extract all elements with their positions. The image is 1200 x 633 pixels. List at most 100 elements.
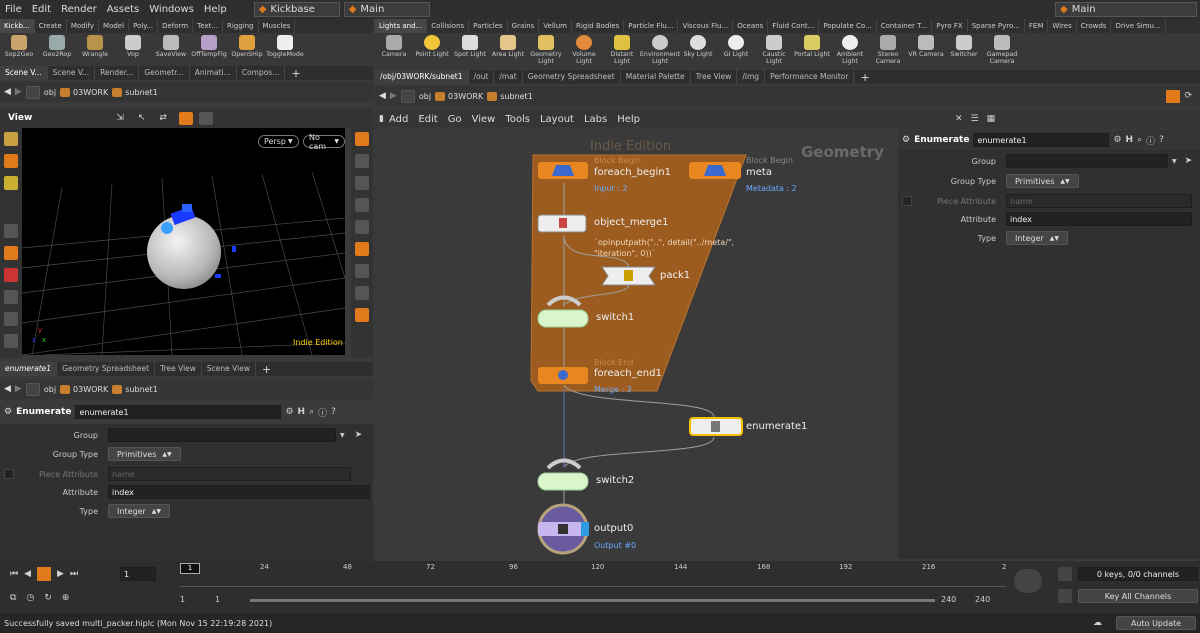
shelf-tab[interactable]: Create bbox=[35, 19, 67, 33]
shelf-tab[interactable]: Modify bbox=[67, 19, 100, 33]
tab-scene-view[interactable]: Scene V... bbox=[0, 66, 48, 80]
play-icon[interactable]: ▶ bbox=[57, 569, 64, 579]
tool-offtempflg[interactable]: OffTempFlg bbox=[190, 33, 228, 58]
cursor-icon[interactable] bbox=[4, 224, 18, 238]
tab-scene-view-lower[interactable]: Scene View bbox=[202, 362, 256, 376]
menu-help[interactable]: Help bbox=[199, 4, 232, 15]
shelf-tab[interactable]: Kickb... bbox=[0, 19, 35, 33]
tab-material-palette[interactable]: Material Palette bbox=[621, 70, 691, 84]
shelf-tab[interactable]: Container T... bbox=[877, 19, 933, 33]
attribute-field[interactable]: index bbox=[1006, 212, 1192, 226]
tool-portal-light[interactable]: Portal Light bbox=[793, 33, 831, 58]
menu-render[interactable]: Render bbox=[56, 4, 102, 15]
audio-icon[interactable]: ⧉ bbox=[10, 593, 16, 603]
main-dropdown-right[interactable]: ◆ Main bbox=[1055, 2, 1197, 17]
info-icon[interactable]: ⓘ bbox=[318, 406, 327, 419]
breadcrumb-03work[interactable]: 03WORK bbox=[60, 87, 108, 97]
tab-performance-monitor[interactable]: Performance Monitor bbox=[765, 70, 855, 84]
type-menu[interactable]: Integer ▲▼ bbox=[108, 504, 171, 518]
lock-icon[interactable] bbox=[4, 246, 18, 260]
handle-icon[interactable] bbox=[4, 290, 18, 304]
shelf-tab[interactable]: Particles bbox=[469, 19, 508, 33]
net-menu-layout[interactable]: Layout bbox=[535, 114, 579, 125]
select-icon[interactable] bbox=[4, 132, 18, 146]
lock-camera-icon[interactable] bbox=[355, 176, 369, 190]
rotate-icon[interactable] bbox=[4, 176, 18, 190]
tool-environment-light[interactable]: Environment Light bbox=[640, 33, 680, 65]
current-frame-field[interactable]: 1 bbox=[120, 567, 156, 581]
arrow-icon[interactable]: ➤ bbox=[355, 430, 363, 440]
shelf-tab[interactable]: Fluid Cont... bbox=[768, 19, 820, 33]
main-dropdown-left[interactable]: ◆ Main bbox=[343, 2, 430, 17]
tool-caustic-light[interactable]: Caustic Light bbox=[755, 33, 793, 65]
shelf-tab[interactable]: Lights and... bbox=[375, 19, 428, 33]
tool-spot-light[interactable]: Spot Light bbox=[451, 33, 489, 58]
breadcrumb-03work[interactable]: 03WORK bbox=[60, 384, 108, 394]
home-icon[interactable] bbox=[400, 89, 415, 103]
tab-render[interactable]: Render... bbox=[95, 66, 140, 80]
pin-icon[interactable] bbox=[4, 334, 18, 348]
tab-scene-view-2[interactable]: Scene V... bbox=[48, 66, 96, 80]
shelf-tab[interactable]: Rigging bbox=[223, 19, 259, 33]
auto-update-button[interactable]: Auto Update bbox=[1116, 616, 1196, 630]
tool-sop2geo[interactable]: Sop2Geo bbox=[0, 33, 38, 58]
shelf-tab[interactable]: Model bbox=[99, 19, 130, 33]
tool-wrangle[interactable]: Wrangle bbox=[76, 33, 114, 58]
shelf-tab[interactable]: Crowds bbox=[1077, 19, 1112, 33]
tab-geometry-spreadsheet[interactable]: Geometry Spreadsheet bbox=[57, 362, 156, 376]
tool-camera[interactable]: Camera bbox=[375, 33, 413, 58]
headlight-icon[interactable] bbox=[355, 220, 369, 234]
info-icon[interactable]: ⓘ bbox=[1146, 134, 1155, 147]
gear-icon[interactable]: ⚙ bbox=[4, 407, 12, 417]
menu-file[interactable]: File bbox=[0, 4, 27, 15]
menu-assets[interactable]: Assets bbox=[102, 4, 145, 15]
forward-icon[interactable]: ▶ bbox=[15, 384, 22, 394]
group-type-menu[interactable]: Primitives ▲▼ bbox=[108, 447, 181, 461]
shelf-tab[interactable]: Drive Simu... bbox=[1111, 19, 1166, 33]
shelf-tab[interactable]: Muscles bbox=[259, 19, 296, 33]
node-name-field[interactable]: enumerate1 bbox=[973, 133, 1110, 147]
shelf-tab[interactable]: Collisions bbox=[427, 19, 470, 33]
camera-menu[interactable]: No cam ▼ bbox=[303, 133, 345, 151]
loop-icon[interactable]: ↻ bbox=[44, 593, 52, 603]
net-menu-help[interactable]: Help bbox=[612, 114, 645, 125]
breadcrumb-03work[interactable]: 03WORK bbox=[435, 91, 483, 101]
shelf-tab[interactable]: Populate Co... bbox=[819, 19, 877, 33]
tool-geo2rop[interactable]: Geo2Rop bbox=[38, 33, 76, 58]
select-tool-icon[interactable]: ⇲ bbox=[116, 113, 124, 123]
shelf-tab[interactable]: Viscous Flu... bbox=[678, 19, 734, 33]
tool-distant-light[interactable]: Distant Light bbox=[603, 33, 641, 65]
tool-openship[interactable]: OpenSHip bbox=[228, 33, 266, 58]
stop-icon[interactable] bbox=[37, 567, 52, 581]
shelf-tab[interactable]: Pyro FX bbox=[932, 19, 968, 33]
question-icon[interactable]: ? bbox=[1159, 135, 1164, 145]
net-menu-edit[interactable]: Edit bbox=[413, 114, 442, 125]
tool-gamepad-camera[interactable]: Gamepad Camera bbox=[983, 33, 1021, 65]
group-field[interactable] bbox=[1006, 154, 1168, 168]
help-h-icon[interactable]: H bbox=[298, 407, 306, 417]
shelf-tab[interactable]: Poly... bbox=[129, 19, 159, 33]
net-menu-tools[interactable]: Tools bbox=[500, 114, 535, 125]
search-icon[interactable]: ⌕ bbox=[1137, 135, 1142, 145]
piece-attribute-field[interactable]: name bbox=[1006, 194, 1192, 208]
chevron-down-icon[interactable]: ▼ bbox=[340, 432, 345, 439]
tab-img[interactable]: /img bbox=[737, 70, 766, 84]
tab-animation[interactable]: Animati... bbox=[190, 66, 237, 80]
add-tab-icon[interactable]: + bbox=[262, 363, 271, 376]
bulb-icon[interactable] bbox=[355, 264, 369, 278]
tool-point-light[interactable]: Point Light bbox=[413, 33, 451, 58]
snap-icon[interactable] bbox=[178, 111, 193, 125]
move-icon[interactable] bbox=[4, 154, 18, 168]
cloud-icon[interactable]: ☁ bbox=[1093, 618, 1102, 628]
shelf-tab[interactable]: Rigid Bodies bbox=[572, 19, 625, 33]
attribute-field[interactable]: index bbox=[108, 485, 370, 499]
home-icon[interactable] bbox=[25, 85, 40, 99]
end-frame-2[interactable]: 240 bbox=[975, 595, 990, 604]
gear-icon[interactable]: ⚙ bbox=[902, 135, 910, 145]
end-frame[interactable]: 240 bbox=[941, 595, 956, 604]
shelf-tab[interactable]: Vellum bbox=[539, 19, 572, 33]
back-icon[interactable]: ◀ bbox=[4, 384, 11, 394]
desktop-dropdown[interactable]: ◆ Kickbase bbox=[253, 2, 340, 17]
realtime-icon[interactable]: ◷ bbox=[26, 593, 34, 603]
tool-volume-light[interactable]: Volume Light bbox=[565, 33, 603, 65]
